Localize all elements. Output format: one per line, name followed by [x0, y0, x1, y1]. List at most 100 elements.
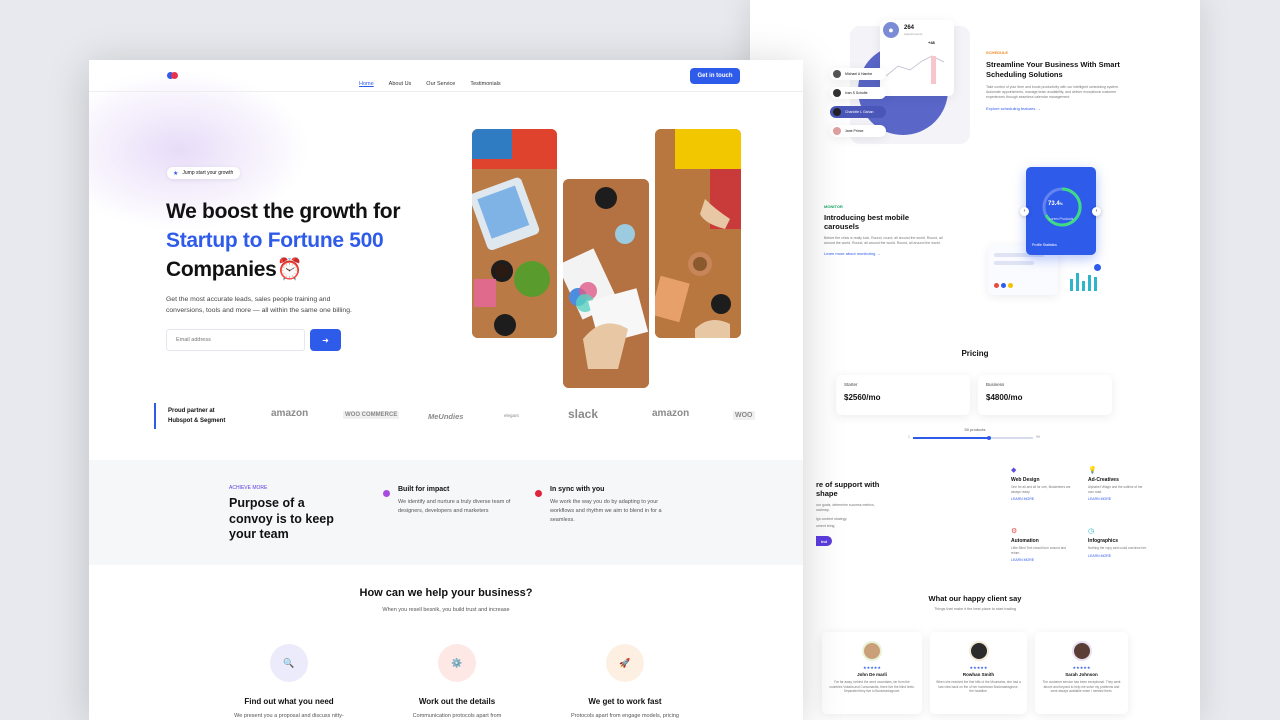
feature-title: In sync with you [550, 486, 605, 493]
plan-price: $4800/mo [986, 393, 1023, 402]
partners-label: Proud partner at Hubspot & Segment [154, 403, 225, 429]
get-in-touch-button[interactable]: Get in touch [690, 68, 740, 84]
achieve-title: Purpose of a convoy is to keep your team [229, 496, 334, 541]
schedule-title: Streamline Your Business With Smart Sche… [986, 60, 1120, 79]
hero-title-line3: Companies [166, 258, 277, 281]
person-item[interactable]: Jane Prince [830, 125, 886, 137]
nav-links: Home About Us Our Service Testimonials [359, 72, 516, 90]
hero-badge: ★ Jump start your growth [167, 167, 241, 179]
support-text: re of support with shape our goals, dete… [816, 480, 926, 547]
nav-home[interactable]: Home [359, 81, 374, 87]
submit-email-button[interactable]: ➜ [310, 329, 341, 351]
mini-line-chart [885, 55, 945, 84]
email-input[interactable] [166, 329, 305, 351]
desk-illustration [472, 129, 557, 338]
logo-elegant: elegant [504, 413, 519, 418]
mobile-illustration: 73.4% Lorem Products Profile Statistics … [986, 165, 1126, 305]
plan-price: $2560/mo [844, 393, 881, 402]
nav-service[interactable]: Our Service [426, 81, 455, 87]
lightbulb-icon: 💡 [1088, 467, 1097, 474]
support-button[interactable]: ind [816, 536, 832, 547]
help-card-find: 🔍 Find out what you need We present you … [209, 644, 369, 719]
service-title: Web Design [1011, 477, 1040, 483]
mobile-text: MONITOR Introducing best mobile carousel… [824, 204, 944, 256]
red-dot-icon [535, 490, 542, 497]
service-title: Ad-Creatives [1088, 477, 1119, 483]
star-icon: ★ [173, 170, 179, 177]
hero-photo-middle [563, 179, 649, 388]
hero-title-line1: We boost the growth for [166, 200, 401, 223]
slider-label: 50 products [964, 427, 986, 432]
pricing-card-starter[interactable]: Starter $2560/mo [836, 375, 970, 415]
logo-slack: slack [568, 407, 599, 421]
person-name: Ivan S Schulte [845, 91, 868, 95]
slider-max: 99 [1036, 435, 1040, 439]
achieve-section: ACHIEVE MORE Purpose of a convoy is to k… [89, 460, 803, 565]
rocket-icon: 🚀 [606, 644, 644, 682]
purple-dot-icon [383, 490, 390, 497]
pricing-card-business[interactable]: Business $4800/mo [978, 375, 1112, 415]
testimonial-card: ★★★★★ John De marli Far far away, behind… [822, 632, 922, 714]
service-title: Infographics [1088, 538, 1119, 544]
help-card-desc: Communication protocols apart from [412, 713, 502, 719]
person-name: Charlotte L Gahan [845, 110, 874, 114]
help-card-title: Find out what you need [244, 697, 334, 706]
nav-about[interactable]: About Us [389, 81, 412, 87]
brand-logo[interactable] [167, 72, 179, 79]
chart-tag: +48 [928, 40, 935, 45]
gauge-caption: Lorem Products [1048, 217, 1074, 221]
help-card-title: We get to work fast [588, 697, 662, 706]
help-subtitle: When you resell besnik, you build trust … [382, 607, 510, 613]
schedule-desc: Take control of your time and boost prod… [986, 84, 1119, 99]
service-link[interactable]: LEARN MORE [1088, 497, 1148, 501]
service-desc: One for all and all for one, Musketeers … [1011, 485, 1071, 494]
help-card-fast: 🚀 We get to work fast Protocols apart fr… [545, 644, 705, 719]
service-infographics: ◷ Infographics Nothing the copy said cou… [1088, 527, 1148, 558]
testimonial-text: When she reached the first hills of the … [936, 680, 1021, 694]
partners-label-line1: Proud partner at [168, 408, 215, 414]
carousel-next-button[interactable]: › [1092, 207, 1101, 216]
slider-thumb[interactable] [987, 435, 991, 440]
schedule-link[interactable]: Explore scheduling features → [986, 106, 1126, 111]
person-item-selected[interactable]: Charlotte L Gahan [830, 106, 886, 118]
stat-card: ● 264 Appointments +48 [880, 20, 954, 96]
feature-title: Built for impact [398, 486, 450, 493]
rating-stars: ★★★★★ [969, 665, 988, 670]
navbar: Home About Us Our Service Testimonials Get … [89, 60, 803, 92]
help-card-details: ⚙️ Work out the details Communication pr… [377, 644, 537, 719]
testimonials-title: What our happy client say [928, 594, 1022, 603]
service-desc: Alphabet Village and the subline of her … [1088, 485, 1143, 494]
testimonial-card: ★★★★★ Rowhan Smith When she reached the … [930, 632, 1027, 714]
rating-stars: ★★★★★ [1072, 665, 1091, 670]
achieve-eyebrow: ACHIEVE MORE [229, 485, 268, 491]
feature-desc: We identify and nurture a truly diverse … [398, 499, 511, 514]
avatar [862, 641, 882, 661]
mobile-link[interactable]: Learn more about monitoring → [824, 251, 944, 256]
testimonials-subtitle: Things that make it the best place to st… [933, 607, 1017, 611]
service-link[interactable]: LEARN MORE [1011, 497, 1071, 501]
support-desc-2: oadmap. [816, 508, 830, 513]
gauge-unit: % [1059, 202, 1063, 206]
testimonial-card: ★★★★★ Sarah Johnson The customer service… [1035, 632, 1128, 714]
carousel-prev-button[interactable]: ‹ [1020, 207, 1029, 216]
gear-icon: ⚙ [1011, 528, 1018, 535]
hero-photo-left [472, 129, 557, 338]
logo-amazon: amazon [271, 408, 309, 419]
person-item[interactable]: Michael A Hambe [830, 68, 886, 80]
logo-meundies: MeUndies [428, 412, 464, 421]
plan-name: Business [986, 382, 1005, 387]
logo-woocommerce: WOO COMMERCE [343, 411, 400, 419]
desk-illustration [563, 179, 649, 388]
hero-title-line2: Startup to Fortune 500 [166, 229, 384, 252]
products-slider[interactable] [913, 435, 1033, 440]
help-card-title: Work out the details [418, 697, 496, 706]
service-link[interactable]: LEARN MORE [1011, 558, 1071, 562]
testimonial-text: The customer service has been exceptiona… [1042, 680, 1121, 694]
person-item[interactable]: Ivan S Schulte [830, 87, 886, 99]
avatar [1071, 641, 1092, 661]
mobile-eyebrow: MONITOR [824, 204, 843, 209]
user-avatar-icon: ● [883, 22, 899, 38]
service-link[interactable]: LEARN MORE [1088, 554, 1148, 558]
nav-testimonials[interactable]: Testimonials [470, 81, 500, 87]
clock-icon: ◷ [1088, 528, 1095, 535]
